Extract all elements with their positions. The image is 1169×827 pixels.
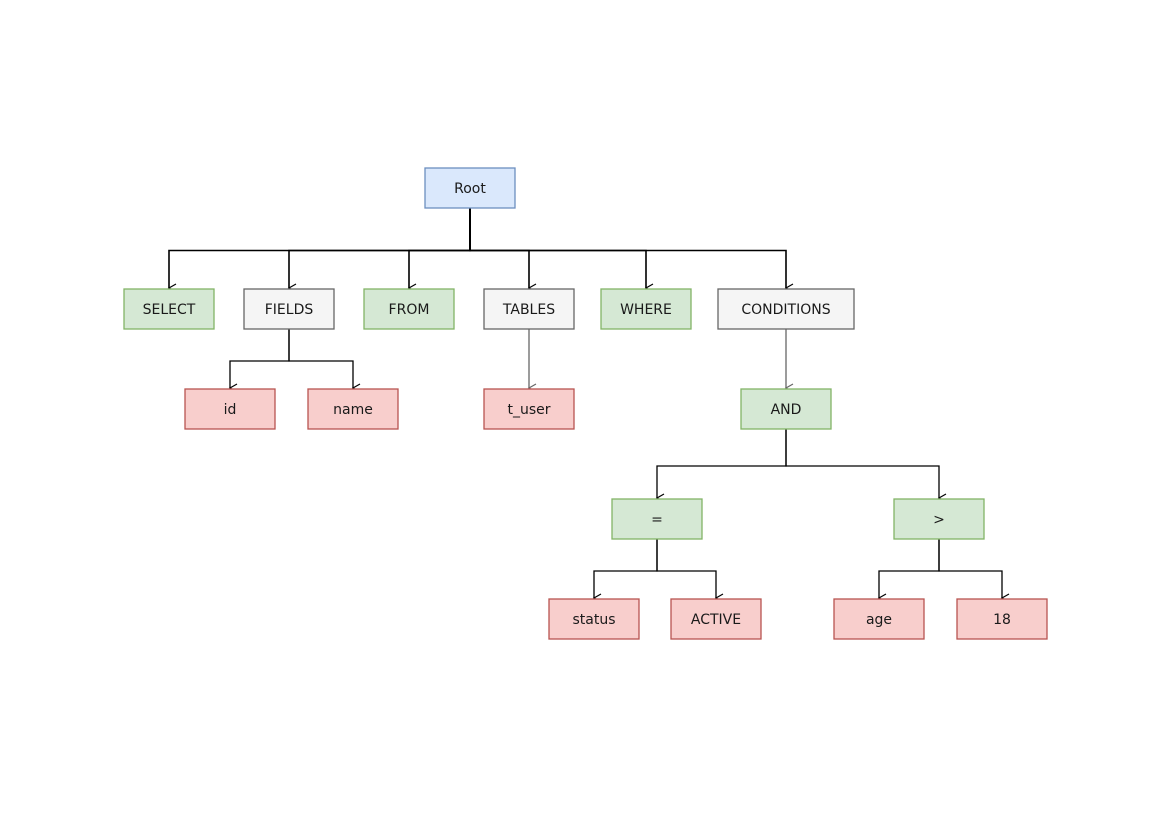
node-label: ACTIVE <box>691 612 741 628</box>
edge-and-eq <box>655 429 787 503</box>
node-select[interactable]: SELECT <box>123 288 215 330</box>
edge-eq-status <box>592 539 658 603</box>
edge-gt-age <box>877 539 940 603</box>
edge-root-conditions <box>469 208 794 293</box>
node-label: status <box>572 612 615 628</box>
node-label: Root <box>454 181 486 197</box>
edge-eq-active <box>656 539 724 603</box>
diagram-canvas: Root SELECT FIELDS FROM TABLES WHERE CONDITION… <box>123 167 1048 640</box>
node-gt[interactable]: > <box>893 498 985 540</box>
node-label: id <box>224 402 237 418</box>
node-id[interactable]: id <box>184 388 276 430</box>
node-where[interactable]: WHERE <box>600 288 692 330</box>
edge-root-tables <box>469 208 537 293</box>
node-status[interactable]: status <box>548 598 640 640</box>
edges-layer <box>167 208 1010 603</box>
node-label: FROM <box>389 302 430 318</box>
edge-gt-n18 <box>938 539 1010 603</box>
node-label: CONDITIONS <box>741 302 830 318</box>
node-label: > <box>933 512 945 528</box>
node-n18[interactable]: 18 <box>956 598 1048 640</box>
node-active[interactable]: ACTIVE <box>670 598 762 640</box>
edge-fields-id <box>228 329 290 393</box>
node-label: age <box>866 612 892 628</box>
node-label: SELECT <box>143 302 196 318</box>
node-label: AND <box>771 402 802 418</box>
node-label: FIELDS <box>265 302 314 318</box>
edge-root-where <box>469 208 654 293</box>
node-label: WHERE <box>620 302 672 318</box>
node-label: t_user <box>507 402 550 418</box>
edge-and-gt <box>785 429 947 503</box>
edge-root-fields <box>287 208 471 293</box>
edge-fields-name <box>288 329 361 393</box>
node-label: 18 <box>993 612 1011 628</box>
edge-root-from <box>407 208 471 293</box>
node-and[interactable]: AND <box>740 388 832 430</box>
node-from[interactable]: FROM <box>363 288 455 330</box>
node-age[interactable]: age <box>833 598 925 640</box>
edge-root-select <box>167 208 471 293</box>
node-tables[interactable]: TABLES <box>483 288 575 330</box>
node-t_user[interactable]: t_user <box>483 388 575 430</box>
node-label: name <box>333 402 373 418</box>
node-label: TABLES <box>502 302 555 318</box>
nodes-layer: Root SELECT FIELDS FROM TABLES WHERE CONDITION… <box>123 167 1048 640</box>
node-fields[interactable]: FIELDS <box>243 288 335 330</box>
node-root[interactable]: Root <box>424 167 516 209</box>
node-name[interactable]: name <box>307 388 399 430</box>
node-label: = <box>651 512 663 528</box>
node-conditions[interactable]: CONDITIONS <box>717 288 855 330</box>
node-eq[interactable]: = <box>611 498 703 540</box>
